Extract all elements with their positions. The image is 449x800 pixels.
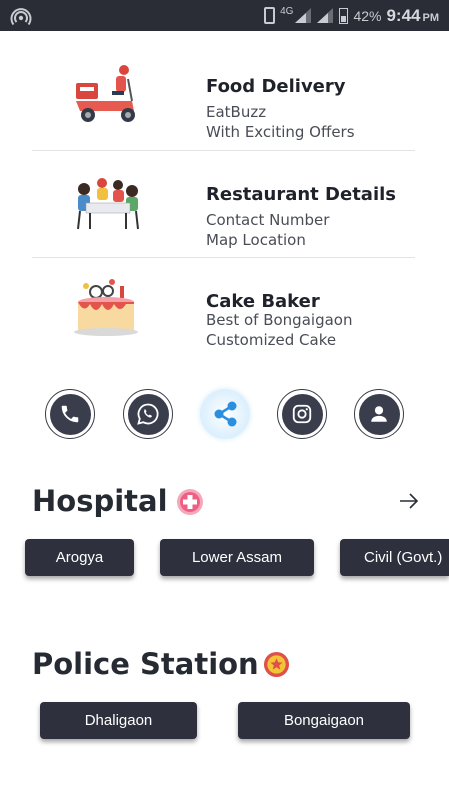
service-description: With Exciting Offers [206,123,355,141]
profile-icon [371,406,387,422]
service-title: Restaurant Details [206,184,397,205]
battery-percent: 42% [353,7,382,24]
service-description: Map Location [206,231,306,249]
clock: 9:44 [386,5,421,25]
service-title: Cake Baker [206,291,320,312]
whatsapp-button[interactable] [123,389,173,439]
signal-icon-2 [317,8,334,23]
service-title: Food Delivery [206,76,346,97]
medical-cross-icon [177,489,203,515]
share-icon [214,401,237,427]
hospital-chip-lower-assam[interactable]: Lower Assam [160,539,314,576]
phone-icon [61,405,79,423]
hotspot-icon [10,8,32,26]
cake-icon [74,279,138,336]
delivery-scooter-icon [76,65,135,122]
police-chip-bongaigaon[interactable]: Bongaigaon [238,702,410,739]
dining-people-icon [77,178,139,230]
signal-icon [295,8,312,23]
police-chip-dhaligaon[interactable]: Dhaligaon [40,702,197,739]
call-button[interactable] [45,389,95,439]
instagram-icon [292,404,312,424]
network-type: 4G [280,6,294,17]
profile-button[interactable] [354,389,404,439]
service-subtitle: Best of Bongaigaon [206,311,353,329]
police-station-heading: Police Station [32,647,259,681]
status-bar: 4G 42% 9:44 PM [0,0,449,31]
hospital-chip-arogya[interactable]: Arogya [25,539,134,576]
police-badge-icon [263,651,290,678]
service-description: Customized Cake [206,331,337,349]
service-restaurant-details[interactable]: Restaurant Details Contact Number Map Lo… [32,150,415,257]
service-cake-baker[interactable]: Cake Baker Best of Bongaigaon Customized… [32,257,415,364]
share-button[interactable] [200,389,250,439]
clock-ampm: PM [422,11,440,24]
arrow-right-icon[interactable] [398,490,420,512]
whatsapp-icon [137,403,159,425]
service-food-delivery[interactable]: Food Delivery EatBuzz With Exciting Offe… [32,43,415,150]
battery-icon [339,7,349,24]
service-subtitle: EatBuzz [206,103,267,121]
phone-status-icon [264,7,276,24]
instagram-button[interactable] [277,389,327,439]
hospital-chip-civil[interactable]: Civil (Govt.) [340,539,449,576]
service-subtitle: Contact Number [206,211,330,229]
hospital-heading: Hospital [32,484,168,518]
